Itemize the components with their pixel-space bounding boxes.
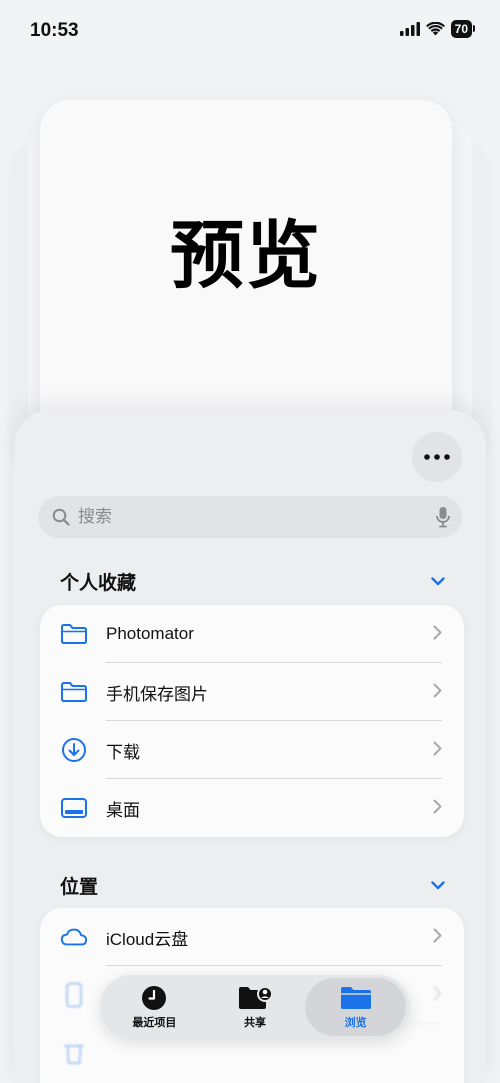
phone-icon <box>60 981 88 1009</box>
search-bar[interactable] <box>38 496 462 538</box>
microphone-icon[interactable] <box>436 506 450 528</box>
chevron-right-icon <box>433 799 442 814</box>
tab-recents[interactable]: 最近项目 <box>104 978 205 1036</box>
chevron-down-icon[interactable] <box>431 577 445 586</box>
chevron-right-icon <box>433 986 442 1001</box>
favorite-item-photomator[interactable]: Photomator <box>40 605 464 663</box>
download-icon <box>60 736 88 764</box>
favorite-item-phone-saved-images[interactable]: 手机保存图片 <box>40 663 464 721</box>
chevron-right-icon <box>433 928 442 943</box>
favorite-item-label: 下载 <box>106 742 140 762</box>
chevron-right-icon <box>433 625 442 640</box>
more-options-button[interactable] <box>412 432 462 482</box>
trash-icon <box>60 1039 88 1067</box>
favorite-item-desktop[interactable]: 桌面 <box>40 779 464 837</box>
ellipsis-icon <box>424 454 450 460</box>
wifi-icon <box>425 22 445 36</box>
favorites-section-header[interactable]: 个人收藏 <box>60 568 445 595</box>
folder-icon <box>60 678 88 706</box>
folder-icon <box>340 986 371 1009</box>
folder-icon <box>60 620 88 648</box>
shared-folder-icon <box>239 985 272 1009</box>
preview-title: 预览 <box>170 214 322 297</box>
tab-label: 共享 <box>244 1016 266 1029</box>
cloud-icon <box>60 923 88 951</box>
status-icons: 70 <box>399 20 476 38</box>
tab-bar: 最近项目 共享 浏览 <box>100 975 410 1039</box>
clock-icon <box>142 985 167 1010</box>
favorite-item-label: 桌面 <box>106 800 140 820</box>
tab-label: 最近项目 <box>132 1016 177 1029</box>
desktop-icon <box>60 794 88 822</box>
tab-label: 浏览 <box>344 1016 367 1029</box>
cellular-signal-icon <box>399 22 420 36</box>
favorites-section-title: 个人收藏 <box>60 573 137 594</box>
search-icon <box>52 508 70 526</box>
location-item-icloud-drive[interactable]: iCloud云盘 <box>40 908 464 966</box>
favorites-list: Photomator 手机保存图片 下载 桌面 <box>40 605 464 837</box>
favorite-item-label: Photomator <box>106 624 194 643</box>
chevron-down-icon[interactable] <box>431 881 445 890</box>
locations-section-title: 位置 <box>60 877 99 898</box>
tab-browse[interactable]: 浏览 <box>305 978 407 1036</box>
favorite-item-downloads[interactable]: 下载 <box>40 721 464 779</box>
search-input[interactable] <box>78 507 436 527</box>
location-item-label: iCloud云盘 <box>106 929 189 949</box>
status-bar: 10:53 70 <box>0 0 500 62</box>
chevron-right-icon <box>433 683 442 698</box>
tab-shared[interactable]: 共享 <box>205 978 306 1036</box>
battery-indicator: 70 <box>450 20 476 38</box>
favorite-item-label: 手机保存图片 <box>106 684 208 704</box>
locations-section-header[interactable]: 位置 <box>60 872 445 899</box>
status-time: 10:53 <box>30 20 79 41</box>
chevron-right-icon <box>433 741 442 756</box>
